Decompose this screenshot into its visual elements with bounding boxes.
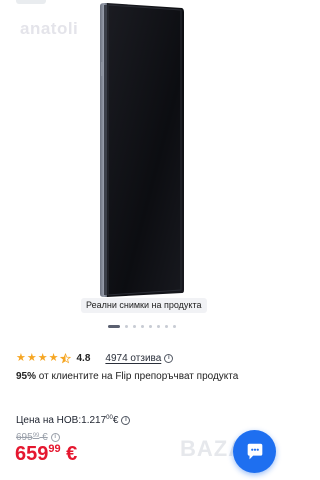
new-price-currency: €	[112, 415, 119, 426]
old-price-row: 69599 € i	[16, 432, 60, 443]
info-icon[interactable]: i	[50, 433, 60, 442]
recommend-text: от клиентите на Flip препоръчват продукт…	[36, 371, 239, 382]
pagination-dot[interactable]	[173, 325, 176, 328]
old-price-amount: 695	[16, 432, 33, 443]
pagination-dot[interactable]	[157, 325, 160, 328]
info-icon[interactable]: i	[164, 353, 174, 363]
new-price-row: Цена на НОВ: 1.217 00 € i	[16, 415, 131, 426]
rating-value: 4.8	[76, 352, 91, 364]
pagination-dot-active[interactable]	[108, 325, 120, 328]
star-full-icon: ★	[37, 351, 48, 364]
pagination-dot[interactable]	[125, 325, 128, 328]
pagination-dot[interactable]	[133, 325, 136, 328]
seller-watermark: anatoli	[20, 19, 79, 38]
pagination-dot[interactable]	[149, 325, 152, 328]
price-currency: €	[60, 443, 78, 465]
star-full-icon: ★	[16, 351, 26, 364]
recommendation-text: 95% от клиентите на Flip препоръчват про…	[16, 371, 241, 383]
current-price: 65999 €	[15, 443, 77, 466]
star-full-icon: ★	[48, 351, 59, 364]
top-tab-chip	[16, 0, 46, 4]
product-phone-image	[100, 3, 184, 297]
chat-button[interactable]	[233, 430, 276, 473]
gallery-pagination[interactable]	[108, 325, 181, 328]
rating-row: ★ ★ ★ ★ 4.8 4974 отзива i	[16, 351, 174, 365]
real-photos-caption: Реални снимки на продукта	[81, 298, 207, 313]
recommend-percent: 95%	[16, 371, 37, 382]
reviews-link[interactable]: 4974 отзива	[105, 353, 161, 364]
old-price-value: 69599 €	[16, 432, 48, 443]
old-price-currency: €	[39, 432, 48, 443]
star-half-icon	[59, 352, 71, 363]
pagination-dot[interactable]	[165, 325, 168, 328]
product-image-gallery[interactable]: anatoli Реални снимки на продукта	[0, 0, 288, 345]
pagination-dot[interactable]	[141, 325, 144, 328]
new-price-amount: 1.217	[81, 415, 107, 426]
price-cents: 99	[48, 443, 61, 455]
new-price-label: Цена на НОВ:	[16, 415, 82, 426]
price-amount: 659	[15, 443, 49, 465]
old-price-cents: 99	[32, 433, 40, 439]
star-rating: ★ ★ ★ ★	[16, 351, 72, 364]
info-icon[interactable]: i	[121, 416, 131, 425]
chat-icon	[247, 443, 262, 459]
star-full-icon: ★	[26, 351, 37, 364]
